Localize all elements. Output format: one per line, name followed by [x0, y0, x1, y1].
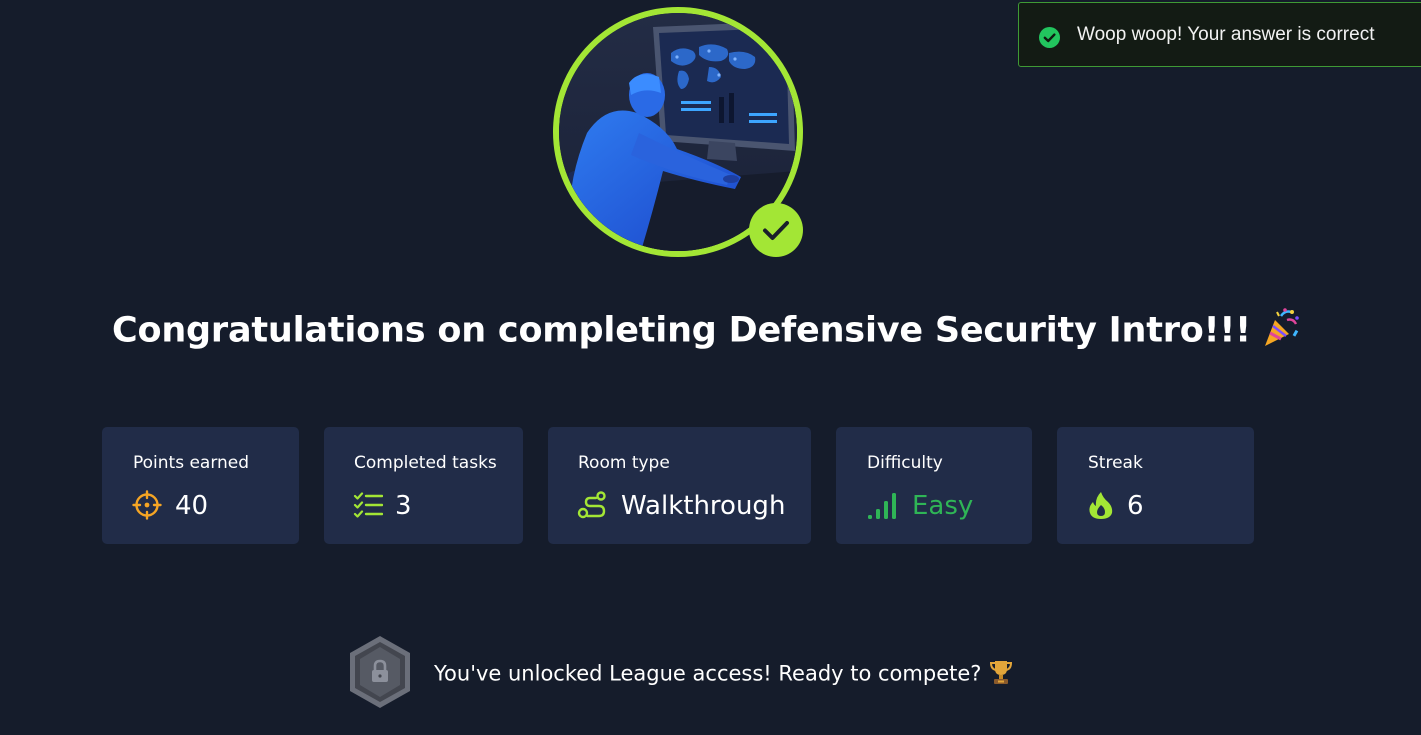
check-circle-icon	[1039, 27, 1060, 48]
room-completion-page: Woop woop! Your answer is correct Congra…	[0, 0, 1421, 735]
completed-check-badge	[749, 203, 803, 257]
streak-value: 6	[1127, 491, 1144, 521]
difficulty-card: Difficulty Easy	[836, 427, 1032, 544]
streak-card: Streak 6	[1057, 427, 1254, 544]
difficulty-label: Difficulty	[867, 453, 943, 473]
success-toast[interactable]: Woop woop! Your answer is correct	[1018, 2, 1421, 67]
check-icon	[763, 221, 789, 240]
checklist-icon	[353, 492, 383, 518]
streak-label: Streak	[1088, 453, 1143, 473]
league-message-text: You've unlocked League access! Ready to …	[434, 661, 982, 686]
toast-message: Woop woop! Your answer is correct	[1077, 24, 1375, 45]
signal-bars-icon	[868, 493, 896, 519]
league-unlocked-message: You've unlocked League access! Ready to …	[434, 659, 1013, 690]
room-type-card: Room type Walkthrough	[548, 427, 811, 544]
points-earned-label: Points earned	[133, 453, 250, 473]
locked-league-badge-icon	[350, 636, 410, 708]
trophy-icon	[989, 659, 1013, 690]
completion-title-text: Congratulations on completing Defensive …	[112, 310, 1251, 351]
route-icon	[577, 491, 606, 519]
completion-title: Congratulations on completing Defensive …	[112, 306, 1301, 357]
party-popper-icon	[1261, 306, 1301, 357]
room-type-value: Walkthrough	[621, 491, 786, 521]
completed-tasks-card: Completed tasks 3	[324, 427, 523, 544]
points-earned-value: 40	[175, 491, 209, 521]
completed-tasks-value: 3	[395, 491, 412, 521]
points-earned-card: Points earned 40	[102, 427, 299, 544]
completed-tasks-label: Completed tasks	[354, 453, 497, 473]
crosshair-icon	[132, 490, 162, 520]
room-type-label: Room type	[578, 453, 670, 473]
flame-icon	[1089, 492, 1113, 519]
room-badge	[553, 7, 803, 257]
difficulty-value: Easy	[912, 491, 974, 521]
